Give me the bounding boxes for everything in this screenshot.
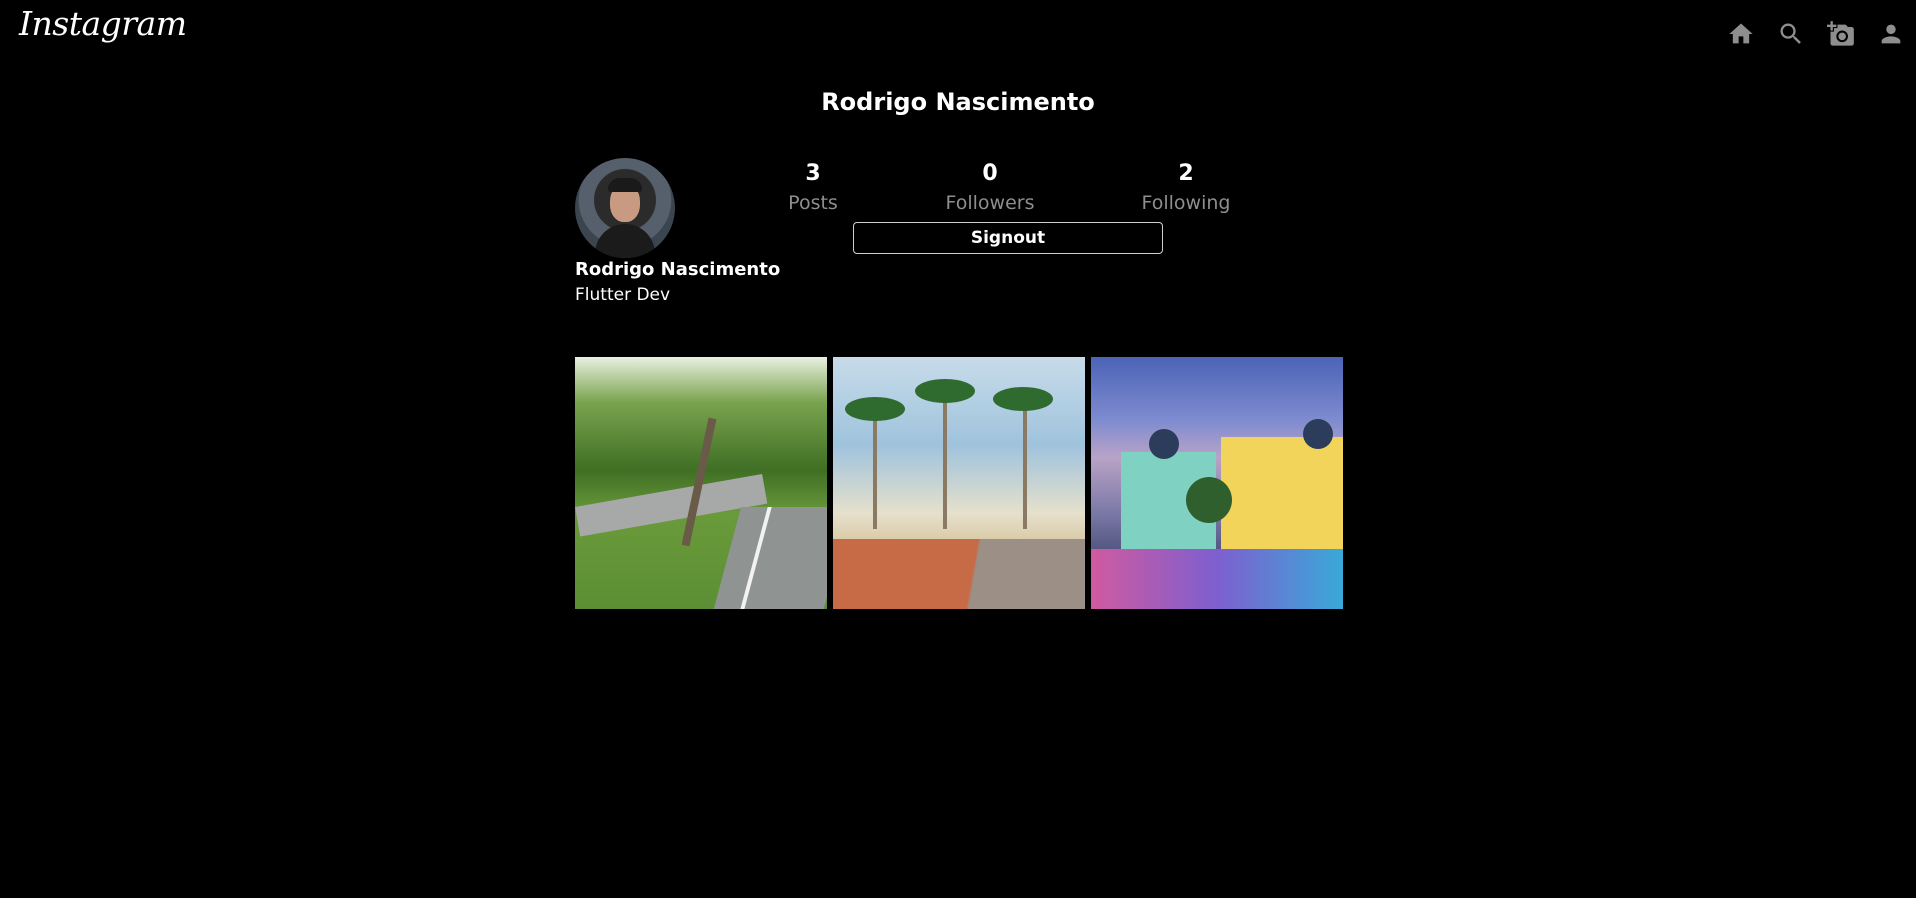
- city-building-right: [1221, 437, 1343, 552]
- add-photo-icon: [1827, 21, 1854, 46]
- stat-posts-label: Posts: [788, 192, 838, 214]
- stat-posts[interactable]: 3 Posts: [733, 160, 893, 218]
- beach-walkway: [833, 539, 1085, 609]
- bio: Flutter Dev: [575, 285, 671, 305]
- avatar[interactable]: [575, 158, 675, 258]
- city-dome-left: [1149, 429, 1179, 459]
- park-path: [708, 507, 827, 609]
- city-dome-right: [1303, 419, 1333, 449]
- stat-following-label: Following: [1141, 192, 1231, 214]
- palm-trunk: [873, 409, 877, 529]
- palm-frond: [845, 397, 905, 421]
- stat-following-value: 2: [1178, 161, 1194, 186]
- search-icon: [1780, 23, 1801, 44]
- home-button[interactable]: [1716, 18, 1766, 50]
- stat-followers-label: Followers: [945, 192, 1035, 214]
- add-photo-button[interactable]: [1816, 18, 1866, 50]
- display-name: Rodrigo Nascimento: [575, 259, 781, 280]
- palm-trunk: [1023, 399, 1027, 529]
- app-bar-actions: [1716, 18, 1916, 50]
- palm-trunk: [943, 389, 947, 529]
- avatar-hair: [608, 178, 642, 192]
- city-tree: [1186, 477, 1232, 523]
- post-tile-city[interactable]: [1091, 357, 1343, 609]
- person-icon: [1881, 24, 1901, 44]
- stat-posts-value: 3: [805, 161, 821, 186]
- palm-frond: [993, 387, 1053, 411]
- search-button[interactable]: [1766, 18, 1816, 50]
- stat-followers[interactable]: 0 Followers: [910, 160, 1070, 218]
- home-icon: [1729, 23, 1753, 44]
- post-tile-park[interactable]: [575, 357, 827, 609]
- palm-frond: [915, 379, 975, 403]
- signout-button[interactable]: Signout: [853, 222, 1163, 254]
- post-tile-beach[interactable]: [833, 357, 1085, 609]
- stat-followers-value: 0: [982, 161, 998, 186]
- instagram-logo[interactable]: Instagram: [19, 4, 187, 43]
- posts-grid: [575, 357, 1344, 609]
- page-title: Rodrigo Nascimento: [821, 88, 1095, 116]
- app-bar: Instagram: [0, 0, 1916, 68]
- profile-button[interactable]: [1866, 18, 1916, 50]
- city-plaza-floor: [1091, 549, 1343, 609]
- stat-following[interactable]: 2 Following: [1106, 160, 1266, 218]
- avatar-shirt: [595, 224, 655, 258]
